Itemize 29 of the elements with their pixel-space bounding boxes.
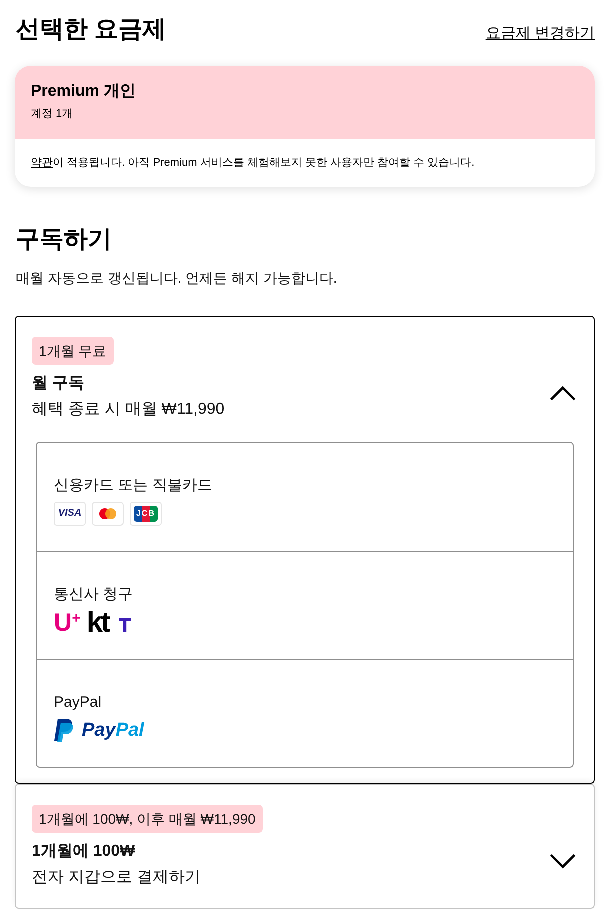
carrier-logo: kt — [86, 611, 109, 635]
account-count: 계정 1개 — [31, 107, 74, 122]
renewal-note: 매월 자동으로 갱신됩니다. 언제든 해지 가능합니다. — [15, 269, 338, 288]
option-subtitle: 전자 지갑으로 결제하기 — [32, 868, 201, 888]
carrier-logo: U$^{+}$ — [54, 611, 81, 635]
terms-note: 약관이 적용됩니다. 아직 Premium 서비스를 체험해보지 못한 사용자만 참여할 수 있습니다. — [30, 156, 476, 171]
section-title: 구독하기 — [15, 225, 113, 255]
wallet-logo: PayPal — [82, 720, 144, 742]
offer-badge: 1개월에 100₩, 이후 매월 ₩11,990 — [32, 805, 263, 833]
chevron-down-icon[interactable] — [550, 854, 576, 868]
payment-method-row[interactable]: PayPal PayPal — [37, 659, 573, 767]
terms-link[interactable]: 약관 — [31, 157, 53, 169]
section-title: 선택한 요금제 — [15, 15, 167, 45]
payment-method-label: 통신사 청구 — [54, 585, 134, 605]
option-subtitle: 혜택 종료 시 매월 ₩11,990 — [32, 400, 225, 420]
payment-method-row[interactable]: 통신사 청구 U$^{+}$ kt — [37, 551, 573, 659]
two-circles-icon — [92, 502, 124, 526]
option-title: 월 구독 — [32, 374, 86, 394]
chevron-up-icon[interactable] — [550, 386, 576, 400]
payment-method-label: 신용카드 또는 직불카드 — [54, 476, 214, 496]
subscription-option-card[interactable]: 1개월에 100₩, 이후 매월 ₩11,990 1개월에 100₩ 전자 지갑으로 결제하기 — [15, 784, 595, 909]
option-title: 1개월에 100₩ — [32, 842, 136, 862]
card-logo: VISA — [54, 502, 86, 526]
offer-badge: 1개월 무료 — [32, 337, 114, 365]
t-shape-icon — [118, 618, 131, 632]
payment-method-label: PayPal — [54, 693, 103, 713]
p-monogram-icon — [54, 719, 74, 742]
plan-name: Premium 개인 — [31, 82, 137, 102]
change-plan-link[interactable]: 요금제 변경하기 — [486, 24, 595, 44]
